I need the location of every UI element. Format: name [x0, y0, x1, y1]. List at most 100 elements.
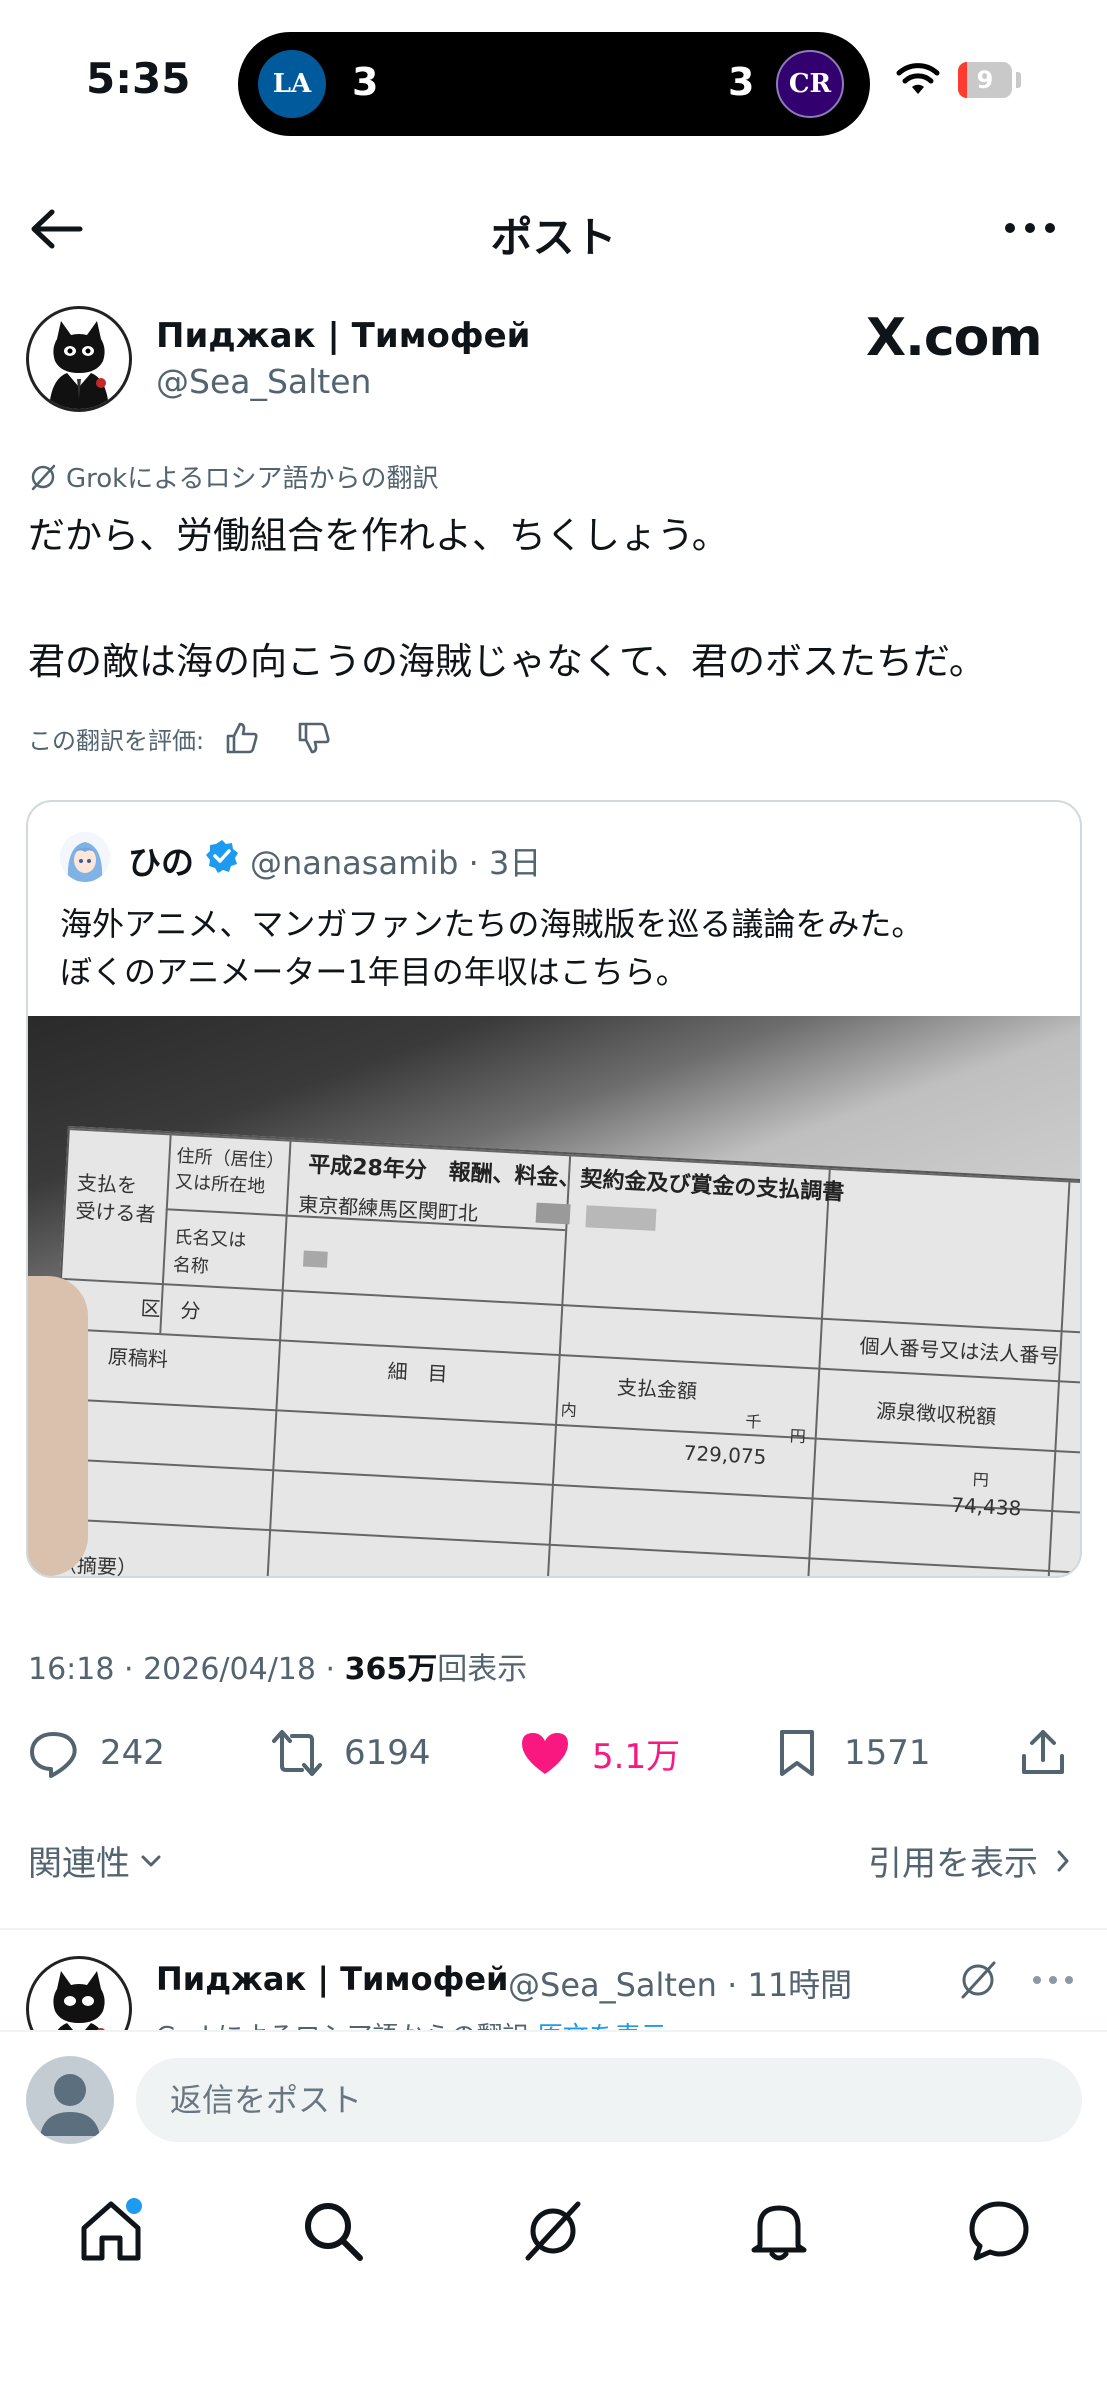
quoted-post-card[interactable]: ひの @nanasamib · 3日 海外アニメ、マンガファンたちの海賊版を巡る… — [26, 800, 1082, 1578]
reply-count: 242 — [100, 1733, 165, 1773]
search-icon — [305, 2203, 363, 2261]
team-logo-left: LA — [258, 50, 326, 118]
chevron-right-icon — [1057, 1850, 1069, 1871]
team-logo-right-text: CR — [788, 69, 832, 99]
home-notification-dot — [126, 2198, 142, 2214]
notifications-icon — [751, 2205, 807, 2261]
post-actions-bar: 242 6194 5.1万 1571 — [0, 1716, 1107, 1796]
author-handle[interactable]: @Sea_Salten — [156, 362, 371, 401]
chevron-down-icon — [141, 1855, 161, 1866]
author-avatar[interactable] — [26, 306, 132, 412]
doc-kubun: 区 分 — [139, 1296, 202, 1324]
repost-count: 6194 — [344, 1733, 431, 1773]
grok-tab-icon — [525, 2201, 581, 2261]
doc-item: 細 目 — [386, 1359, 449, 1387]
quote-text-line2: ぼくのアニメーター1年目の年収はこちら。 — [60, 953, 688, 991]
battery-level: 9 — [976, 66, 994, 94]
repost-icon — [272, 1730, 322, 1776]
quote-media-image[interactable]: 平成28年分 報酬、料金、契約金及び賞金の支払調書 支払を 受ける者 住所（居住… — [28, 1016, 1080, 1576]
bookmark-button[interactable]: 1571 — [770, 1726, 931, 1780]
anime-avatar-icon — [60, 832, 110, 882]
doc-gensen-label: 源泉徴収税額 — [875, 1398, 997, 1429]
wifi-icon — [896, 63, 940, 94]
post-header: ポスト — [0, 180, 1107, 276]
author-name[interactable]: Пиджак | Тимофей — [156, 316, 530, 356]
quote-text-line1: 海外アニメ、マンガファンたちの海賊版を巡る議論をみた。 — [60, 905, 924, 943]
default-avatar-icon — [40, 2074, 100, 2136]
bookmark-count: 1571 — [844, 1733, 931, 1773]
views-count: 365万 — [344, 1652, 438, 1687]
post-timestamp: 16:18 · 2026/04/18 · — [28, 1652, 345, 1687]
more-icon[interactable] — [1000, 208, 1060, 248]
share-icon — [1022, 1730, 1064, 1774]
redacted-block — [535, 1202, 571, 1225]
team-logo-right: CR — [776, 50, 844, 118]
post-timestamp-views: 16:18 · 2026/04/18 · 365万回表示 — [28, 1644, 527, 1688]
team-left-score: 3 — [352, 60, 379, 104]
cat-avatar-icon — [49, 321, 109, 409]
reply-button[interactable]: 242 — [26, 1726, 165, 1780]
tab-notifications[interactable] — [744, 2196, 814, 2266]
doc-amount: 729,075 — [683, 1440, 767, 1469]
post-text-line1: だから、労働組合を作れよ、ちくしょう。 — [28, 514, 729, 557]
status-time: 5:35 — [86, 54, 191, 103]
doc-sen: 千 — [744, 1411, 762, 1432]
redacted-block — [585, 1205, 657, 1231]
reply-composer — [0, 2030, 1107, 2152]
bookmark-icon — [780, 1730, 814, 1776]
like-button[interactable]: 5.1万 — [518, 1726, 680, 1780]
doc-tax: 74,438 — [950, 1492, 1022, 1521]
share-button[interactable] — [1016, 1726, 1070, 1780]
doc-address-label: 住所（居住） 又は所在地 — [174, 1145, 285, 1198]
thumb-in-photo — [28, 1276, 88, 1576]
post-text-line2: 君の敵は海の向こうの海賊じゃなくて、君のボスたちだ。 — [28, 640, 986, 683]
doc-yen-1: 円 — [789, 1426, 807, 1447]
doc-yen-2: 円 — [972, 1469, 990, 1490]
dynamic-island-scoreboard[interactable]: LA 3 3 CR — [238, 32, 870, 136]
messages-icon — [969, 2201, 1029, 2261]
reply-author-name[interactable]: Пиджак | Тимофей — [156, 1960, 508, 1998]
reply-more-icon[interactable] — [1030, 1966, 1076, 1994]
translation-label: Grokによるロシア語からの翻訳 — [28, 458, 438, 495]
doc-genkoryo: 原稿料 — [107, 1344, 169, 1372]
doc-shiharai-label: 支払金額 — [616, 1375, 698, 1404]
doc-address: 東京都練馬区関町北 — [297, 1192, 479, 1226]
grok-icon[interactable] — [954, 1956, 1002, 2004]
thumbs-down-icon[interactable] — [294, 718, 334, 758]
doc-payee: 支払を 受ける者 — [74, 1170, 157, 1227]
sort-relevance-label: 関連性 — [28, 1844, 130, 1884]
tab-messages[interactable] — [964, 2196, 1034, 2266]
view-quotes-button[interactable]: 引用を表示 — [868, 1836, 1078, 1885]
current-user-avatar[interactable] — [26, 2056, 114, 2144]
like-count: 5.1万 — [592, 1736, 681, 1777]
doc-name-label: 氏名又は 名称 — [172, 1226, 247, 1278]
team-right-score: 3 — [728, 60, 755, 104]
reply-input[interactable] — [136, 2058, 1082, 2142]
quote-author-name[interactable]: ひの — [128, 836, 194, 884]
translation-label-text: Grokによるロシア語からの翻訳 — [66, 464, 439, 494]
team-logo-left-text: LA — [272, 69, 312, 99]
thumbs-up-icon[interactable] — [222, 718, 262, 758]
doc-kojin-label: 個人番号又は法人番号 — [858, 1333, 1060, 1369]
grok-icon — [31, 464, 56, 490]
repost-button[interactable]: 6194 — [270, 1726, 431, 1780]
rate-label: この翻訳を評価: — [28, 726, 205, 755]
status-bar: 5:35 LA 3 3 CR 9 — [0, 0, 1107, 160]
view-quotes-label: 引用を表示 — [868, 1844, 1038, 1884]
reply-icon — [30, 1732, 77, 1778]
views-label: 回表示 — [437, 1652, 528, 1687]
battery-indicator: 9 — [958, 62, 1012, 98]
tab-search[interactable] — [298, 2196, 368, 2266]
reply-author-meta: @Sea_Salten · 11時間 — [508, 1966, 853, 2004]
doc-uchi: 内 — [560, 1400, 578, 1421]
heart-icon — [522, 1733, 568, 1774]
quote-author-avatar[interactable] — [60, 832, 110, 882]
tab-grok[interactable] — [518, 2196, 588, 2266]
bottom-tab-bar — [0, 2158, 1107, 2400]
sort-relevance-button[interactable]: 関連性 — [28, 1836, 166, 1885]
xcom-watermark: X.com — [866, 308, 1043, 368]
battery-cap — [1016, 72, 1021, 88]
verified-icon — [206, 840, 238, 873]
payment-document: 平成28年分 報酬、料金、契約金及び賞金の支払調書 支払を 受ける者 住所（居住… — [40, 1126, 1080, 1576]
quote-author-meta: @nanasamib · 3日 — [250, 844, 542, 882]
